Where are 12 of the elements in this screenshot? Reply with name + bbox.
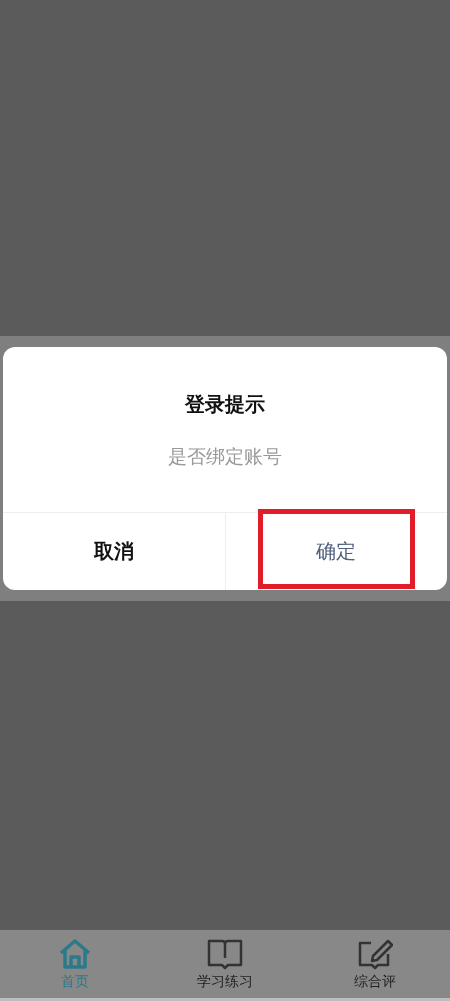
- confirm-button[interactable]: 确定: [224, 513, 447, 590]
- tab-label: 综合评: [354, 972, 396, 991]
- tab[interactable]: 学习练习: [150, 930, 300, 998]
- dialog-message: 是否绑定账号: [167, 444, 283, 469]
- tab[interactable]: 综合评: [300, 930, 450, 998]
- home-icon: [58, 937, 92, 970]
- dialog-title: 登录提示: [184, 391, 266, 418]
- tab-label: 学习练习: [197, 972, 253, 991]
- book-icon: [206, 937, 244, 970]
- tab-label: 首页: [61, 972, 89, 991]
- cancel-button[interactable]: 取消: [3, 513, 225, 590]
- pencil-icon: [357, 937, 393, 970]
